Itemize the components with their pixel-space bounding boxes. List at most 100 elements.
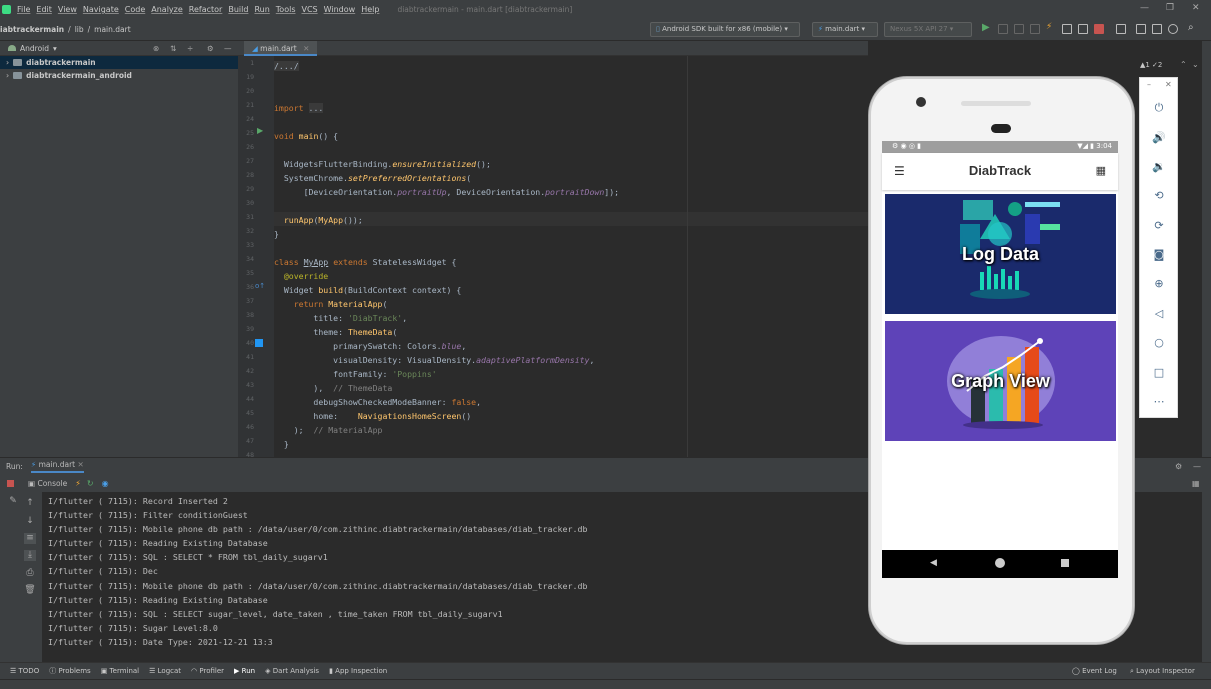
sync-icon[interactable] [1116,24,1126,34]
menu-vcs[interactable]: VCS [302,5,318,14]
run-tab-main-dart[interactable]: ⚡ main.dart ✕ [30,460,84,473]
code-editor[interactable]: ◢ main.dart ✕ 1 19 20 21 24 25 26 27 28 29 30 31 32 3… [238,41,868,459]
code-content[interactable]: /.../ import ... void main() { WidgetsFl… [274,56,868,457]
home-icon[interactable] [995,558,1005,568]
hide-panel-icon[interactable]: — [224,44,232,53]
volume-down-icon[interactable]: 🔉 [1152,160,1166,174]
device-manager-icon[interactable] [1168,24,1178,34]
trash-icon[interactable]: 🗑 [24,585,36,596]
run-gutter-icon[interactable]: ▶ [257,126,263,135]
breadcrumb-file[interactable]: main.dart [94,25,131,34]
menu-window[interactable]: Window [324,5,356,14]
pin-icon[interactable]: ✎ [7,496,19,507]
scroll-to-end-icon[interactable]: ⤓ [24,550,36,561]
camera-icon[interactable]: ◙ [1152,248,1166,262]
close-icon[interactable]: ✕ [1192,3,1200,13]
sdk-manager-icon[interactable] [1152,24,1162,34]
terminal-tool-button[interactable]: ▣ Terminal [101,667,139,675]
menu-analyze[interactable]: Analyze [151,5,183,14]
run-tool-button[interactable]: ▶ Run [234,667,255,675]
minimize-icon[interactable]: — [1140,3,1149,13]
console-tab[interactable]: ▣ Console [28,479,67,488]
device-selector[interactable]: ▯ Android SDK built for x86 (mobile) ▾ [650,22,800,37]
breadcrumb-lib[interactable]: lib [75,25,84,34]
problems-tool-button[interactable]: ⓘ Problems [49,666,91,676]
profile-icon[interactable] [1030,24,1040,34]
menu-edit[interactable]: Edit [36,5,52,14]
project-view-selector[interactable]: Android [20,44,49,53]
hot-reload-icon[interactable]: ⚡ [75,479,81,488]
layout-icon[interactable]: ▦ [1192,479,1200,488]
chevron-down-icon[interactable]: ▾ [53,44,57,53]
stop-icon[interactable] [7,479,14,487]
search-icon[interactable]: ⌕ [1188,22,1198,33]
hot-restart-icon[interactable] [1062,24,1072,34]
menu-run[interactable]: Run [254,5,269,14]
collapse-all-icon[interactable]: ⇅ [170,44,176,53]
menu-help[interactable]: Help [361,5,379,14]
profiler-tool-button[interactable]: ◠ Profiler [191,667,224,675]
log-data-card[interactable]: Log Data [885,194,1116,314]
scroll-down-icon[interactable]: ↓ [24,516,36,527]
devtools-icon[interactable]: ◉ [102,479,109,488]
soft-wrap-icon[interactable]: ≡ [24,533,36,544]
close-icon[interactable]: ✕ [1165,80,1172,89]
debug-icon[interactable] [998,24,1008,34]
minimize-icon[interactable]: – [1147,80,1151,89]
emulator-screen[interactable]: ⚙ ◉ ◎ ▮ ▼◢ ▮ 3:04 ☰ DiabTrack ▦ Log Data [882,141,1118,578]
close-tab-icon[interactable]: ✕ [303,44,309,53]
hide-panel-icon[interactable]: — [1193,462,1201,471]
tree-item-diabtrackermain-android[interactable]: › diabtrackermain_android [0,69,238,82]
maximize-icon[interactable]: ❐ [1166,3,1174,13]
breadcrumb-project[interactable]: iabtrackermain [0,25,64,34]
app-inspection-tool-button[interactable]: ▮ App Inspection [329,667,387,675]
stop-icon[interactable] [1094,24,1104,34]
menu-refactor[interactable]: Refactor [189,5,223,14]
run-icon[interactable]: ▶ [982,22,992,33]
volume-up-icon[interactable]: 🔊 [1152,131,1166,145]
chevron-down-icon[interactable]: ⌄ [1192,60,1199,69]
menu-tools[interactable]: Tools [276,5,296,14]
todo-tool-button[interactable]: ☰ TODO [10,667,39,675]
override-gutter-icon[interactable]: o↑ [255,282,265,290]
menu-file[interactable]: File [17,5,30,14]
close-tab-icon[interactable]: ✕ [78,460,84,469]
menu-build[interactable]: Build [228,5,248,14]
hot-reload-icon[interactable]: ⚡ [1046,22,1056,32]
avd-manager-icon[interactable] [1136,24,1146,34]
inspection-widget[interactable]: ▲1 ✓2 [1140,61,1162,69]
coverage-icon[interactable] [1014,24,1024,34]
logcat-tool-button[interactable]: ☰ Logcat [149,667,181,675]
gear-icon[interactable]: ⚙ [207,44,214,53]
chevron-up-icon[interactable]: ⌃ [1180,60,1187,69]
dart-analysis-tool-button[interactable]: ◈ Dart Analysis [265,667,319,675]
layout-inspector-button[interactable]: ⌕ Layout Inspector [1130,667,1195,676]
home-icon[interactable]: ○ [1152,336,1166,350]
recents-icon[interactable] [1061,559,1069,567]
event-log-button[interactable]: ◯ Event Log [1072,667,1117,675]
back-icon[interactable]: ◀ [930,558,937,568]
run-config-selector[interactable]: ⚡ main.dart ▾ [812,22,878,37]
rotate-right-icon[interactable]: ⟳ [1152,219,1166,233]
zoom-icon[interactable]: ⊕ [1152,277,1166,291]
avd-selector[interactable]: Nexus 5X API 27 ▾ [884,22,972,37]
back-icon[interactable]: ◁ [1152,307,1166,321]
gear-icon[interactable]: ⚙ [1175,462,1182,471]
hot-restart-icon[interactable]: ↻ [87,479,94,488]
menu-navigate[interactable]: Navigate [83,5,119,14]
menu-view[interactable]: View [58,5,77,14]
power-icon[interactable]: ⏻ [1152,101,1166,115]
dashboard-icon[interactable]: ▦ [1096,164,1106,177]
menu-code[interactable]: Code [125,5,145,14]
print-icon[interactable]: ⎙ [24,568,36,579]
overview-icon[interactable]: □ [1152,366,1166,380]
rotate-left-icon[interactable]: ⟲ [1152,189,1166,203]
target-icon[interactable]: ⊗ [153,44,159,53]
scroll-up-icon[interactable]: ↑ [24,498,36,509]
expand-all-icon[interactable]: ÷ [187,44,193,53]
graph-view-card[interactable]: Graph View [885,321,1116,441]
more-icon[interactable]: ⋯ [1152,395,1166,409]
tab-main-dart[interactable]: ◢ main.dart ✕ [244,41,318,56]
attach-debugger-icon[interactable] [1078,24,1088,34]
tree-item-diabtrackermain[interactable]: › diabtrackermain [0,56,238,69]
